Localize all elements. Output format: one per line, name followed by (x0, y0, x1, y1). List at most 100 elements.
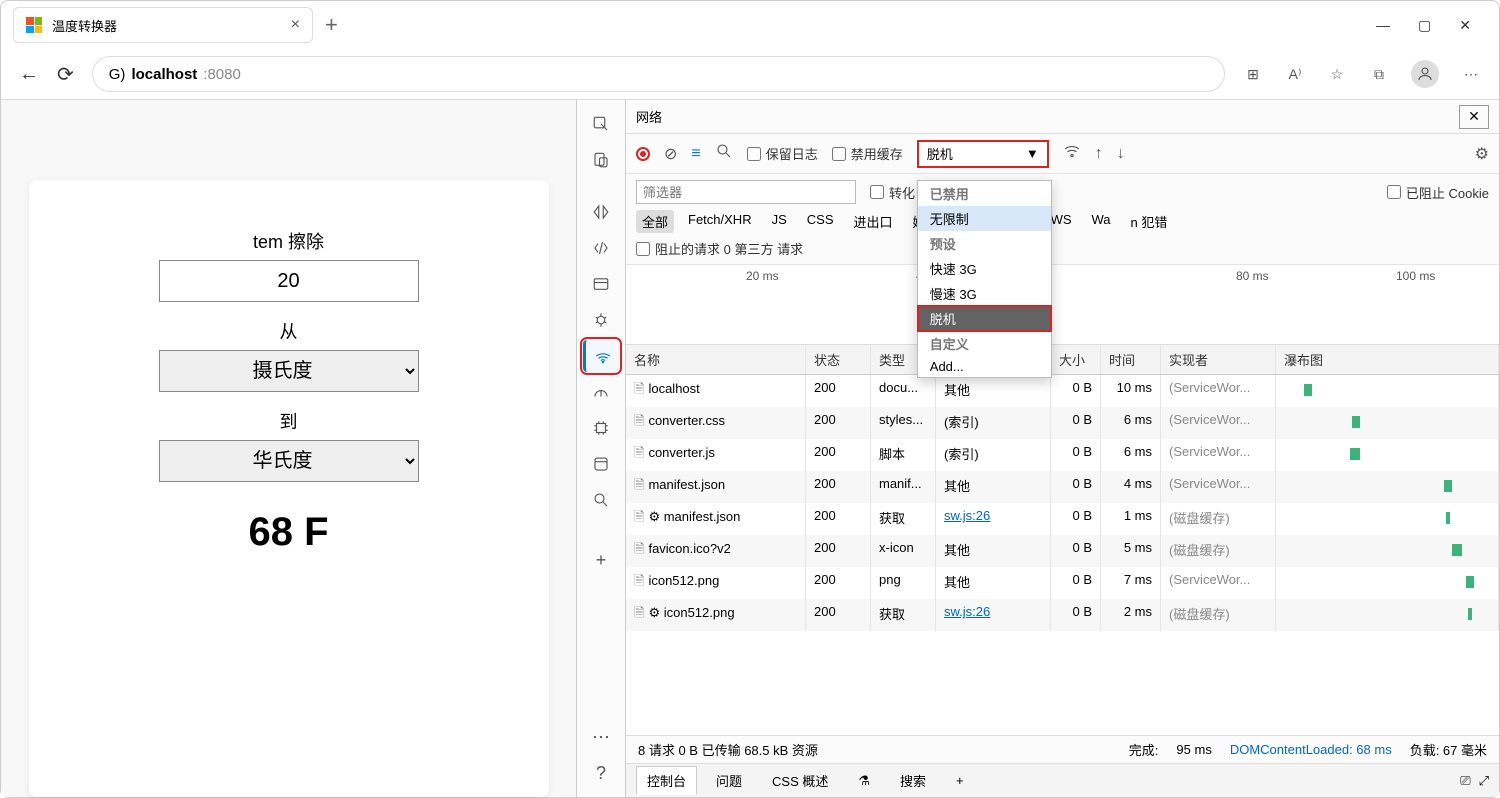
minimize-button[interactable]: — (1376, 17, 1390, 34)
from-select[interactable]: 摄氏度 (159, 350, 419, 392)
filter-bar: 转化 隐藏数据 UR L 已阻止 Cookie 全部Fetch/XHRJSCSS… (626, 174, 1499, 265)
application-icon[interactable] (583, 448, 619, 480)
clear-button[interactable]: ⊘ (664, 144, 677, 164)
column-header[interactable]: 状态 (806, 345, 871, 374)
table-row[interactable]: 🗎manifest.json200manif...其他0 B4 ms(Servi… (626, 471, 1499, 503)
column-header[interactable]: 大小 (1051, 345, 1101, 374)
initiator-link[interactable]: sw.js:26 (944, 604, 990, 619)
close-tab-icon[interactable]: × (291, 16, 300, 34)
memory-icon[interactable] (583, 412, 619, 444)
column-header[interactable]: 名称 (626, 345, 806, 374)
throttle-option[interactable]: 脱机 (918, 306, 1051, 331)
devtools-panel: 网络 ✕ ⊘ ≡ 保留日志 禁用缓存 脱机▼ 已禁用无限制预设快速 3G慢速 3… (626, 100, 1499, 797)
table-row[interactable]: 🗎favicon.ico?v2200x-icon其他0 B5 ms(磁盘缓存) (626, 535, 1499, 567)
throttle-option[interactable]: 自定义 (918, 331, 1051, 356)
table-row[interactable]: 🗎converter.js200脚本(索引)0 B6 ms(ServiceWor… (626, 439, 1499, 471)
initiator-link[interactable]: sw.js:26 (944, 508, 990, 523)
wifi-conditions-icon[interactable] (1063, 142, 1081, 165)
url-prefix: G) (109, 66, 126, 83)
search-icon[interactable] (715, 142, 733, 165)
browser-tab[interactable]: 温度转换器 × (13, 7, 313, 43)
favorites-icon[interactable]: ☆ (1327, 64, 1347, 84)
collections-icon[interactable]: ⧉ (1369, 64, 1389, 84)
window-controls: — ▢ ✕ (1376, 17, 1491, 34)
throttle-option[interactable]: 慢速 3G (918, 281, 1051, 306)
temp-input[interactable] (159, 260, 419, 302)
network-icon[interactable] (583, 340, 619, 372)
status-dcl: DOMContentLoaded: 68 ms (1230, 742, 1392, 757)
refresh-button[interactable]: ⟳ (57, 62, 74, 87)
url-input[interactable]: G) localhost :8080 (92, 56, 1225, 92)
throttle-option[interactable]: 已禁用 (918, 181, 1051, 206)
filter-chip[interactable]: n 犯错 (1125, 210, 1174, 233)
debugger-icon[interactable] (583, 304, 619, 336)
security-icon[interactable] (583, 484, 619, 516)
export-icon[interactable]: ↓ (1117, 145, 1125, 163)
table-row[interactable]: 🗎⚙ icon512.png200获取sw.js:260 B2 ms(磁盘缓存) (626, 599, 1499, 631)
throttle-option[interactable]: 预设 (918, 231, 1051, 256)
maximize-button[interactable]: ▢ (1418, 17, 1431, 34)
device-icon[interactable] (583, 144, 619, 176)
network-toolbar: ⊘ ≡ 保留日志 禁用缓存 脱机▼ 已禁用无限制预设快速 3G慢速 3G脱机自定… (626, 134, 1499, 174)
throttle-select[interactable]: 脱机▼ (917, 140, 1049, 168)
devtools-sidebar: + ⋯ ? (576, 100, 626, 797)
console-icon[interactable] (583, 232, 619, 264)
filter-toggle-icon[interactable]: ≡ (691, 145, 700, 163)
close-window-button[interactable]: ✕ (1459, 17, 1471, 34)
more-icon[interactable]: ⋯ (583, 721, 619, 753)
filter-chip[interactable]: CSS (801, 210, 840, 233)
filter-input[interactable] (636, 180, 856, 204)
settings-icon[interactable]: ⚙ (1475, 144, 1489, 164)
performance-icon[interactable] (583, 376, 619, 408)
close-panel-button[interactable]: ✕ (1459, 105, 1489, 129)
add-tool-icon[interactable]: + (583, 544, 619, 576)
import-icon[interactable]: ↑ (1095, 145, 1103, 163)
filter-chip[interactable]: 全部 (636, 210, 674, 233)
profile-avatar[interactable] (1411, 60, 1439, 88)
throttle-option[interactable]: Add... (918, 356, 1051, 377)
timeline-overview[interactable]: 20 ms 40 ms 80 ms 100 ms (626, 265, 1499, 345)
table-row[interactable]: 🗎⚙ manifest.json200获取sw.js:260 B1 ms(磁盘缓… (626, 503, 1499, 535)
column-header[interactable]: 实现者 (1161, 345, 1276, 374)
filter-chip[interactable]: Fetch/XHR (682, 210, 758, 233)
panel-title: 网络 (636, 107, 662, 126)
back-button[interactable]: ← (19, 63, 39, 86)
preserve-log-checkbox[interactable]: 保留日志 (747, 144, 818, 163)
menu-icon[interactable]: ⋯ (1461, 64, 1481, 84)
invert-checkbox[interactable]: 转化 (870, 183, 915, 202)
inspect-icon[interactable] (583, 108, 619, 140)
drawer-tab-issues[interactable]: 问题 (705, 766, 753, 795)
record-button[interactable] (636, 147, 650, 161)
extensions-icon[interactable]: ⊞ (1243, 64, 1263, 84)
disable-cache-checkbox[interactable]: 禁用缓存 (832, 144, 903, 163)
url-host: localhost (131, 66, 197, 83)
drawer-dock-icon[interactable]: ⎚ (1460, 773, 1470, 789)
read-aloud-icon[interactable]: A⁾ (1285, 64, 1305, 84)
drawer-tab-flask[interactable]: ⚗ (847, 768, 881, 794)
blocked-cookie-checkbox[interactable]: 已阻止 Cookie (1387, 183, 1489, 202)
table-row[interactable]: 🗎localhost200docu...其他0 B10 ms(ServiceWo… (626, 375, 1499, 407)
sources-icon[interactable] (583, 268, 619, 300)
column-header[interactable]: 时间 (1101, 345, 1161, 374)
column-header[interactable]: 瀑布图 (1276, 345, 1499, 374)
table-row[interactable]: 🗎converter.css200styles...(索引)0 B6 ms(Se… (626, 407, 1499, 439)
blocked-req-checkbox[interactable]: 阻止的请求 0 第三方 请求 (636, 239, 803, 258)
drawer-tab-console[interactable]: 控制台 (636, 766, 697, 795)
throttle-option[interactable]: 无限制 (918, 206, 1051, 231)
filter-chip[interactable]: Wa (1086, 210, 1117, 233)
help-icon[interactable]: ? (583, 757, 619, 789)
address-bar: ← ⟳ G) localhost :8080 ⊞ A⁾ ☆ ⧉ ⋯ (1, 49, 1499, 99)
drawer-add-icon[interactable]: + (945, 768, 975, 793)
drawer-tab-css[interactable]: CSS 概述 (761, 766, 839, 795)
filter-chip[interactable]: JS (766, 210, 793, 233)
filter-chip[interactable]: 进出口 (848, 210, 899, 233)
throttle-option[interactable]: 快速 3G (918, 256, 1051, 281)
drawer-tab-search[interactable]: 搜索 (889, 766, 937, 795)
converter-card: tem 擦除 从 摄氏度 到 华氏度 68 F (29, 180, 549, 797)
table-row[interactable]: 🗎icon512.png200png其他0 B7 ms(ServiceWor..… (626, 567, 1499, 599)
result-text: 68 F (61, 510, 517, 555)
new-tab-button[interactable]: + (325, 12, 338, 38)
drawer-maximize-icon[interactable]: ⤢ (1479, 773, 1489, 789)
to-select[interactable]: 华氏度 (159, 440, 419, 482)
elements-icon[interactable] (583, 196, 619, 228)
